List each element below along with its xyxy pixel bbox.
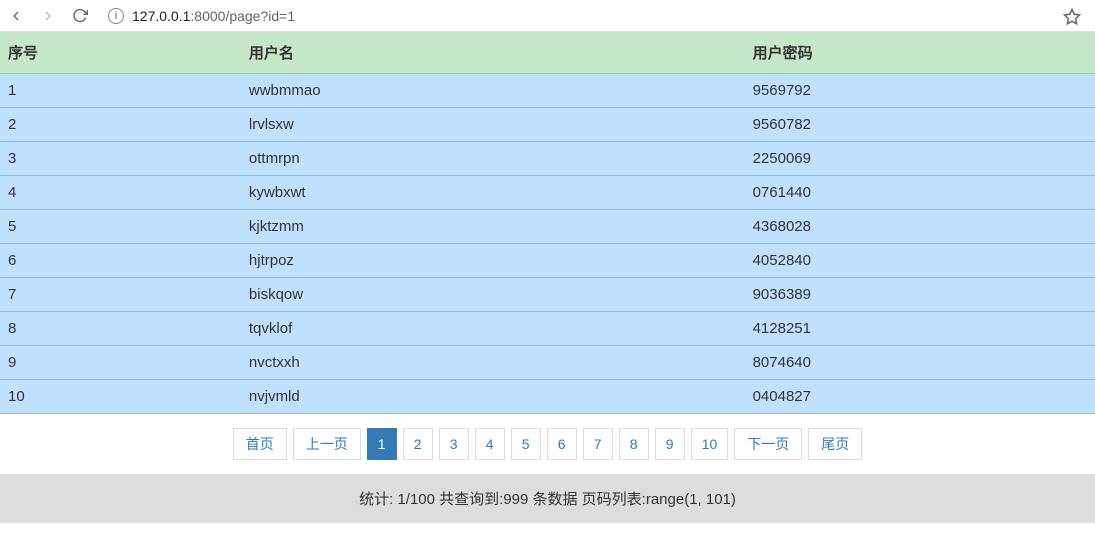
cell-password: 9560782 [745,108,1095,142]
table-row: 4kywbxwt0761440 [0,176,1095,210]
data-table: 序号 用户名 用户密码 1wwbmmao95697922lrvlsxw95607… [0,32,1095,414]
cell-username: ottmrpn [241,142,745,176]
page-first-button[interactable]: 首页 [233,428,287,460]
pagination: 首页 上一页 12345678910 下一页 尾页 [0,414,1095,474]
cell-id: 10 [0,380,241,414]
page-prev-button[interactable]: 上一页 [293,428,361,460]
table-row: 6hjtrpoz4052840 [0,244,1095,278]
cell-id: 8 [0,312,241,346]
cell-id: 6 [0,244,241,278]
page-number-button[interactable]: 5 [511,428,541,460]
cell-password: 4368028 [745,210,1095,244]
cell-password: 4052840 [745,244,1095,278]
cell-id: 1 [0,74,241,108]
info-icon[interactable]: i [108,8,124,24]
cell-username: kjktzmm [241,210,745,244]
table-row: 7biskqow9036389 [0,278,1095,312]
cell-username: wwbmmao [241,74,745,108]
cell-username: kywbxwt [241,176,745,210]
page-number-button[interactable]: 6 [547,428,577,460]
page-number-button[interactable]: 9 [655,428,685,460]
cell-id: 3 [0,142,241,176]
table-row: 2lrvlsxw9560782 [0,108,1095,142]
address-bar[interactable]: i 127.0.0.1:8000/page?id=1 [100,3,1043,29]
table-row: 5kjktzmm4368028 [0,210,1095,244]
cell-username: biskqow [241,278,745,312]
page-number-button[interactable]: 7 [583,428,613,460]
page-last-button[interactable]: 尾页 [808,428,862,460]
page-number-button[interactable]: 3 [439,428,469,460]
cell-id: 5 [0,210,241,244]
cell-id: 2 [0,108,241,142]
browser-toolbar: i 127.0.0.1:8000/page?id=1 [0,0,1095,32]
cell-id: 4 [0,176,241,210]
header-username: 用户名 [241,32,745,74]
cell-username: nvctxxh [241,346,745,380]
stats-bar: 统计: 1/100 共查询到:999 条数据 页码列表:range(1, 101… [0,474,1095,523]
header-password: 用户密码 [745,32,1095,74]
table-row: 1wwbmmao9569792 [0,74,1095,108]
cell-password: 2250069 [745,142,1095,176]
page-number-button[interactable]: 2 [403,428,433,460]
page-number-button[interactable]: 1 [367,428,397,460]
cell-username: lrvlsxw [241,108,745,142]
header-id: 序号 [0,32,241,74]
table-row: 8tqvklof4128251 [0,312,1095,346]
stats-text: 统计: 1/100 共查询到:999 条数据 页码列表:range(1, 101… [359,491,736,508]
table-row: 3ottmrpn2250069 [0,142,1095,176]
cell-id: 7 [0,278,241,312]
page-number-button[interactable]: 10 [691,428,729,460]
page-next-button[interactable]: 下一页 [734,428,802,460]
cell-username: tqvklof [241,312,745,346]
cell-password: 9036389 [745,278,1095,312]
page-number-button[interactable]: 4 [475,428,505,460]
cell-username: nvjvmld [241,380,745,414]
cell-password: 4128251 [745,312,1095,346]
cell-password: 0761440 [745,176,1095,210]
nav-buttons [8,8,88,24]
back-icon[interactable] [8,8,24,24]
reload-icon[interactable] [72,8,88,24]
table-row: 10nvjvmld0404827 [0,380,1095,414]
cell-username: hjtrpoz [241,244,745,278]
bookmark-star-icon[interactable] [1063,8,1079,24]
cell-password: 0404827 [745,380,1095,414]
table-header-row: 序号 用户名 用户密码 [0,32,1095,74]
page-number-button[interactable]: 8 [619,428,649,460]
cell-id: 9 [0,346,241,380]
url-text: 127.0.0.1:8000/page?id=1 [132,8,295,24]
cell-password: 9569792 [745,74,1095,108]
cell-password: 8074640 [745,346,1095,380]
forward-icon[interactable] [40,8,56,24]
table-row: 9nvctxxh8074640 [0,346,1095,380]
